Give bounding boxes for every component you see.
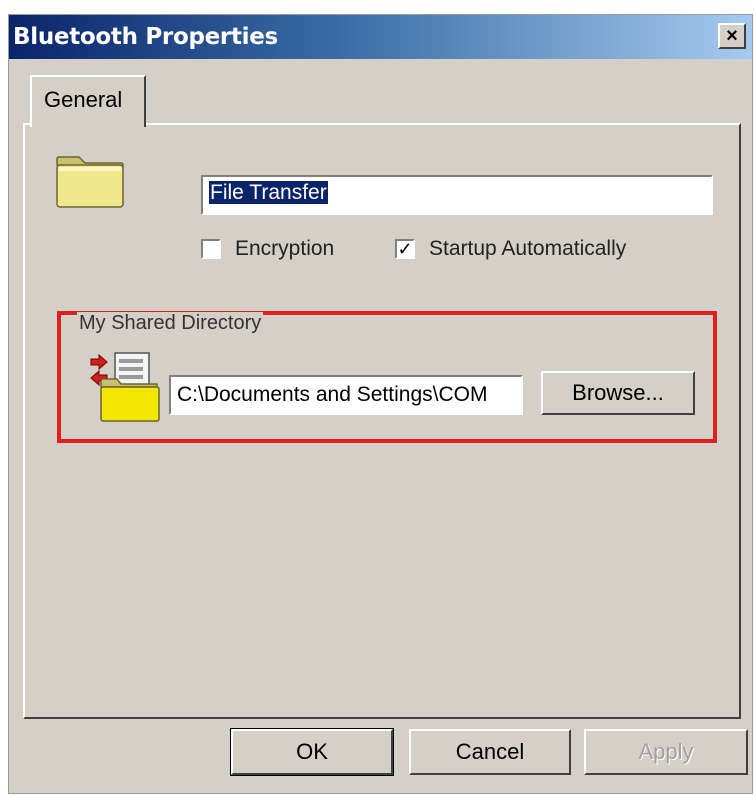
browse-button-label: Browse... [572, 380, 664, 405]
shared-directory-group-label: My Shared Directory [77, 312, 264, 335]
ok-button[interactable]: OK [230, 728, 394, 776]
checkmark-icon: ✓ [397, 239, 413, 259]
encryption-checkbox[interactable] [201, 239, 221, 259]
window-title: Bluetooth Properties [13, 24, 278, 50]
tab-general[interactable]: General [30, 75, 146, 127]
close-icon: × [726, 24, 738, 47]
shared-directory-path-value: C:\Documents and Settings\COM [177, 383, 488, 406]
apply-button[interactable]: Apply [584, 729, 748, 775]
tab-general-label: General [44, 87, 123, 112]
cancel-button-label: Cancel [455, 739, 525, 764]
shared-directory-path-field[interactable]: C:\Documents and Settings\COM [169, 375, 523, 415]
service-name-field[interactable]: File Transfer [201, 175, 713, 215]
encryption-label: Encryption [235, 237, 335, 260]
bluetooth-properties-dialog: Bluetooth Properties × General File Tran… [8, 14, 753, 794]
startup-checkbox[interactable]: ✓ [395, 239, 415, 259]
cancel-button[interactable]: Cancel [409, 729, 571, 775]
shared-folder-transfer-icon [90, 352, 160, 422]
service-name-value: File Transfer [209, 181, 328, 204]
startup-option[interactable]: ✓ Startup Automatically [395, 237, 626, 261]
ok-button-label: OK [296, 739, 328, 764]
close-button[interactable]: × [718, 23, 746, 49]
browse-button[interactable]: Browse... [541, 371, 695, 415]
encryption-option[interactable]: Encryption [201, 237, 334, 261]
folder-icon [56, 156, 124, 208]
apply-button-label: Apply [638, 739, 694, 764]
startup-label: Startup Automatically [429, 237, 627, 260]
title-bar[interactable]: Bluetooth Properties × [9, 15, 752, 59]
